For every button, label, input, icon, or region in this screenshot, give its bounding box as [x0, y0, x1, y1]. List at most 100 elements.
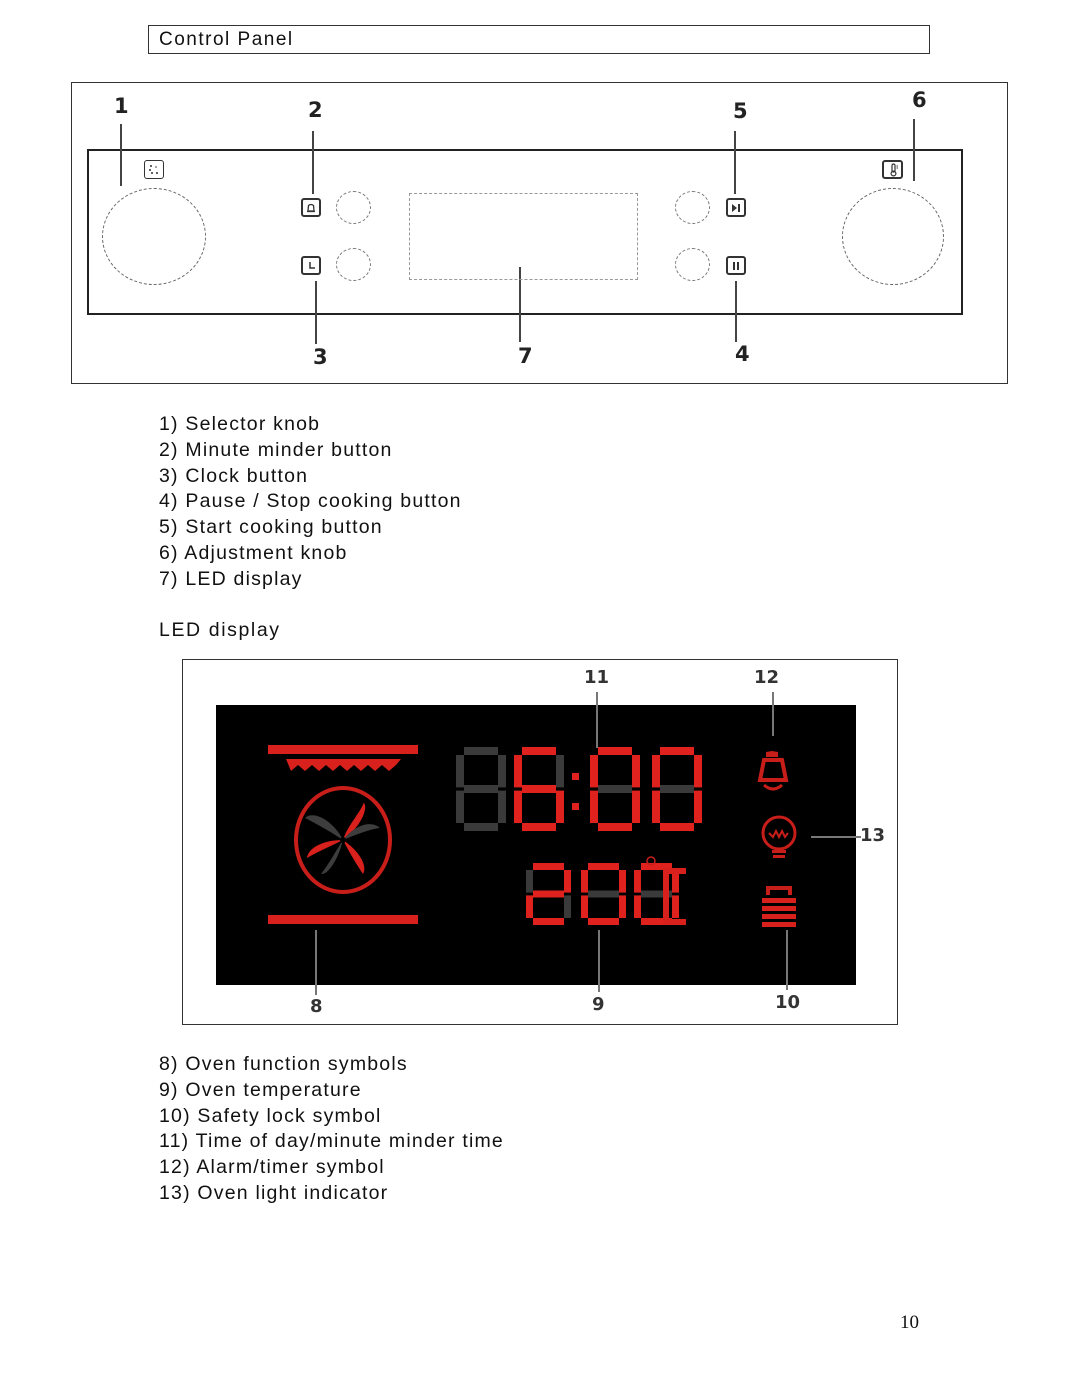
legend-item: 8) Oven function symbols — [159, 1053, 408, 1075]
leader-line-2 — [312, 131, 314, 194]
segment-d — [598, 823, 632, 831]
time-readout — [456, 747, 702, 831]
time-digit — [590, 747, 640, 831]
time-digit — [514, 747, 564, 831]
callout-7: 7 — [518, 344, 533, 368]
temperature-readout — [526, 863, 679, 925]
oven-function-icon — [144, 160, 164, 179]
minute-minder-button[interactable] — [336, 191, 371, 224]
colon-dot — [572, 803, 579, 810]
segment-f — [456, 755, 464, 788]
leader-line-6 — [913, 119, 915, 181]
segment-g — [598, 785, 632, 793]
section-title: Control Panel — [159, 29, 294, 50]
callout-12: 12 — [754, 667, 780, 688]
legend-item: 7) LED display — [159, 567, 303, 590]
alarm-bell-icon — [757, 751, 789, 791]
clock-button[interactable] — [336, 248, 371, 281]
legend-item: 4) Pause / Stop cooking button — [159, 490, 462, 513]
segment-f — [581, 870, 588, 893]
leader-line-10 — [786, 930, 788, 990]
segment-g — [464, 785, 498, 793]
segment-e — [526, 895, 533, 918]
leader-line-3 — [315, 281, 317, 344]
segment-g — [522, 785, 556, 793]
selector-knob[interactable] — [102, 188, 206, 285]
segment-b — [694, 755, 702, 788]
clock-icon — [301, 256, 321, 275]
temp-digit — [526, 863, 571, 925]
segment-f — [514, 755, 522, 788]
legend-item: 2) Minute minder button — [159, 438, 393, 461]
segment-d — [522, 823, 556, 831]
callout-11: 11 — [584, 667, 610, 688]
segment-c — [694, 790, 702, 823]
legend-item: 10) Safety lock symbol — [159, 1104, 382, 1127]
segment-c — [498, 790, 506, 823]
segment-b — [632, 755, 640, 788]
segment-a — [533, 863, 564, 870]
segment-a — [660, 747, 694, 755]
leader-line-9 — [598, 930, 600, 992]
callout-10: 10 — [775, 992, 801, 1013]
section-header-box: Control Panel — [148, 25, 930, 54]
leader-line-13 — [811, 836, 861, 838]
legend-item: 12) Alarm/timer symbol — [159, 1156, 385, 1179]
segment-e — [634, 895, 641, 918]
top-heater-bar — [268, 745, 418, 754]
segment-a — [464, 747, 498, 755]
segment-b — [619, 870, 626, 893]
segment-f — [590, 755, 598, 788]
bell-icon — [301, 198, 321, 217]
adjustment-knob[interactable] — [842, 188, 944, 285]
segment-d — [464, 823, 498, 831]
led-display-legend: 8) Oven function symbols 9) Oven tempera… — [159, 1052, 504, 1207]
thermometer-icon — [882, 160, 903, 179]
safety-lock-icon — [762, 886, 796, 927]
callout-8: 8 — [310, 996, 323, 1017]
callout-6: 6 — [912, 88, 927, 112]
control-panel-legend: 1) Selector knob 2) Minute minder button… — [159, 412, 462, 593]
callout-2: 2 — [308, 98, 323, 122]
legend-item: 11) Time of day/minute minder time — [159, 1130, 504, 1153]
legend-item: 1) Selector knob — [159, 413, 321, 435]
leader-line-4 — [735, 281, 737, 342]
segment-g — [660, 785, 694, 793]
segment-c — [556, 790, 564, 823]
segment-f — [526, 870, 533, 893]
leader-line-1 — [120, 124, 122, 186]
callout-9: 9 — [592, 994, 605, 1015]
segment-c — [564, 895, 571, 918]
segment-g — [588, 890, 619, 898]
segment-c — [619, 895, 626, 918]
segment-e — [590, 790, 598, 823]
segment-f — [634, 870, 641, 893]
page-number: 10 — [900, 1312, 919, 1333]
segment-d — [533, 918, 564, 925]
segment-e — [581, 895, 588, 918]
segment-g — [533, 890, 564, 898]
segment-e — [514, 790, 522, 823]
legend-item: 5) Start cooking button — [159, 516, 383, 539]
legend-item: 6) Adjustment knob — [159, 541, 348, 564]
time-digit — [652, 747, 702, 831]
temp-digit — [581, 863, 626, 925]
segment-a — [522, 747, 556, 755]
segment-d — [588, 918, 619, 925]
led-section-title: LED display — [159, 619, 281, 641]
play-pause-icon — [726, 198, 746, 217]
pause-stop-button[interactable] — [675, 248, 710, 281]
segment-c — [672, 895, 679, 918]
legend-item: 3) Clock button — [159, 464, 309, 487]
segment-b — [564, 870, 571, 893]
grill-element — [286, 759, 401, 771]
segment-a — [588, 863, 619, 870]
start-cooking-button[interactable] — [675, 191, 710, 224]
segment-b — [498, 755, 506, 788]
colon-dot — [572, 773, 579, 780]
time-digit — [456, 747, 506, 831]
callout-5: 5 — [733, 99, 748, 123]
segment-f — [652, 755, 660, 788]
legend-item: 9) Oven temperature — [159, 1078, 362, 1101]
leader-line-5 — [734, 131, 736, 194]
